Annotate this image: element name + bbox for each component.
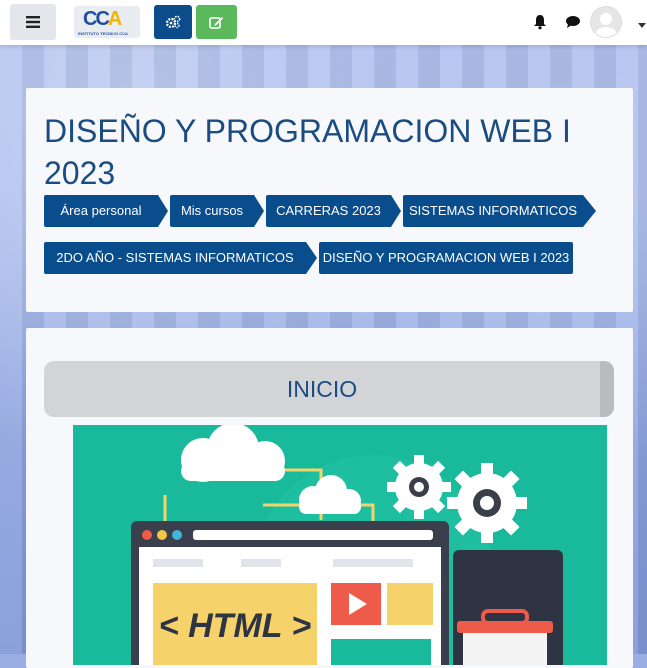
breadcrumb-item-area-personal[interactable]: Área personal [44,195,158,227]
course-settings-button[interactable] [154,5,192,39]
chat-icon [566,16,580,28]
page-title: DISEÑO Y PROGRAMACION WEB I 2023 [44,113,571,191]
breadcrumb-item-2do-ano[interactable]: 2DO AÑO - SISTEMAS INFORMATICOS [44,242,306,274]
top-navbar: CCA INSTITUTO TECNICO CCA [0,0,647,45]
breadcrumb-item-current-course[interactable]: DISEÑO Y PROGRAMACION WEB I 2023 [319,242,573,274]
breadcrumb-item-carreras[interactable]: CARRERAS 2023 [266,195,391,227]
bell-icon [534,15,546,30]
edit-mode-button[interactable] [196,5,237,39]
user-menu-toggle[interactable] [638,16,646,34]
site-logo[interactable]: CCA INSTITUTO TECNICO CCA [74,6,140,38]
hamburger-icon [26,16,40,28]
html-label: < HTML > [159,607,312,645]
breadcrumb-item-mis-cursos[interactable]: Mis cursos [170,195,254,227]
menu-toggle-button[interactable] [10,4,56,40]
notifications-button[interactable] [533,14,547,35]
avatar-icon [591,7,621,37]
section-header[interactable]: INICIO [44,361,614,417]
messages-button[interactable] [565,15,581,34]
breadcrumb-item-sistemas[interactable]: SISTEMAS INFORMATICOS [403,195,583,227]
web-development-illustration: < HTML > [73,425,607,665]
course-content-card: INICIO < HTML > [26,328,633,668]
course-banner-image: < HTML > [73,425,607,665]
section-title: INICIO [286,376,358,402]
user-avatar[interactable] [590,6,622,38]
course-header-card: DISEÑO Y PROGRAMACION WEB I 2023 Área pe… [26,88,633,312]
caret-down-icon [638,23,646,28]
cogs-icon [165,15,181,29]
edit-icon [209,17,224,29]
